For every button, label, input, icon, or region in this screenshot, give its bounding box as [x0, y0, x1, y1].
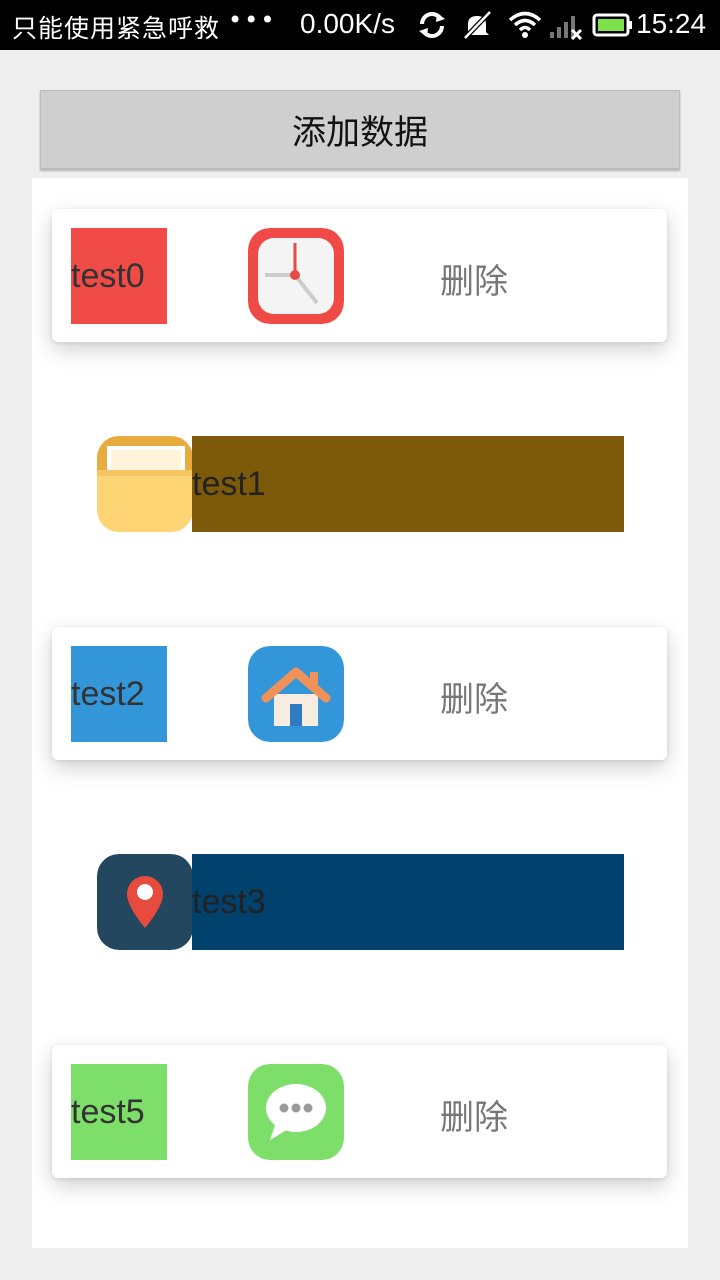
color-swatch: test2 — [71, 646, 167, 742]
mute-icon — [463, 10, 492, 40]
item-bar[interactable]: test3 — [192, 854, 624, 950]
color-swatch: test0 — [71, 228, 167, 324]
network-speed: 0.00K/s — [300, 8, 395, 39]
item-label: test3 — [192, 882, 266, 921]
item-label: test1 — [192, 464, 266, 503]
list-item[interactable]: test5 删除 — [52, 1045, 667, 1178]
status-bar: 只能使用紧急呼救 ••• 0.00K/s 15:24 — [0, 0, 720, 50]
list-item[interactable]: test0 删除 — [52, 209, 667, 342]
delete-button[interactable]: 删除 — [440, 1090, 508, 1139]
item-list[interactable]: test0 删除 test1 test2 删除 test3 test5 删除 — [32, 178, 688, 1248]
clock-icon — [248, 228, 344, 324]
delete-button[interactable]: 删除 — [440, 672, 508, 721]
clock-time: 15:24 — [636, 8, 707, 39]
folder-icon — [97, 436, 193, 532]
wifi-icon — [508, 11, 542, 38]
item-label: test2 — [71, 674, 145, 713]
more-notifications-icon: ••• — [228, 6, 277, 34]
chat-bubble-icon — [248, 1064, 344, 1160]
home-icon — [248, 646, 344, 742]
carrier-text: 只能使用紧急呼救 — [12, 14, 221, 43]
battery-icon — [592, 13, 632, 37]
item-bar[interactable]: test1 — [192, 436, 624, 532]
list-item[interactable]: test1 — [97, 436, 625, 532]
item-label: test5 — [71, 1092, 145, 1131]
delete-button[interactable]: 删除 — [440, 254, 508, 303]
signal-icon — [550, 16, 583, 40]
add-data-button[interactable]: 添加数据 — [40, 90, 680, 169]
color-swatch: test5 — [71, 1064, 167, 1160]
list-item[interactable]: test3 — [97, 854, 625, 950]
item-label: test0 — [71, 256, 145, 295]
list-item[interactable]: test2 删除 — [52, 627, 667, 760]
location-pin-icon — [97, 854, 193, 950]
sync-icon — [419, 12, 445, 38]
